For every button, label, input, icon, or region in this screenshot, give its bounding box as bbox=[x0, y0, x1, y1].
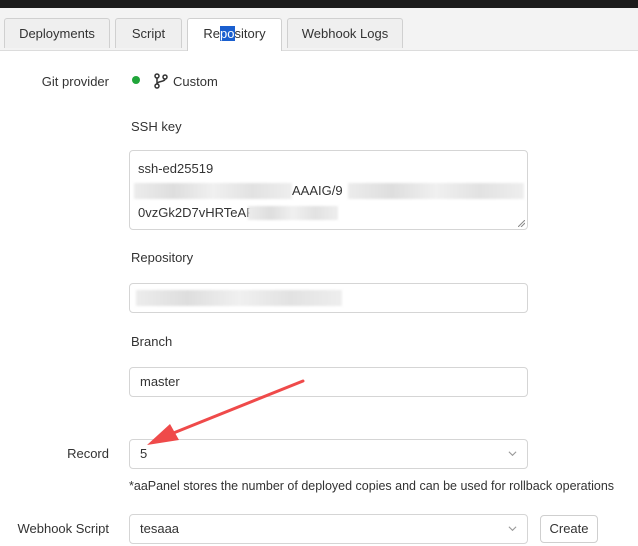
branch-label: Branch bbox=[131, 334, 173, 349]
ssh-key-line: ssh-ed25519 bbox=[138, 161, 214, 176]
repository-input[interactable] bbox=[129, 283, 528, 313]
redacted-region bbox=[348, 183, 524, 199]
redacted-region bbox=[136, 290, 342, 306]
window-top-bar bbox=[0, 0, 638, 8]
create-button[interactable]: Create bbox=[540, 515, 598, 543]
selected-text: po bbox=[220, 26, 235, 41]
record-value: 5 bbox=[140, 446, 148, 461]
tab-bar: Deployments Script Repository Webhook Lo… bbox=[0, 8, 638, 51]
tab-deployments[interactable]: Deployments bbox=[4, 18, 110, 48]
branch-input[interactable]: master bbox=[129, 367, 528, 397]
provider-value: Custom bbox=[173, 74, 218, 89]
redacted-region bbox=[134, 183, 292, 199]
webhook-script-value: tesaaa bbox=[140, 521, 180, 536]
chevron-down-icon bbox=[508, 451, 517, 457]
tab-label: Deployments bbox=[19, 26, 95, 41]
webhook-script-label: Webhook Script bbox=[17, 521, 109, 536]
repository-label: Repository bbox=[131, 250, 194, 265]
ssh-key-fragment: AAAIG/9 bbox=[292, 183, 343, 198]
ssh-key-textarea[interactable]: ssh-ed25519 AAAIG/9 0vzGk2D7vHRTeAF bbox=[129, 150, 528, 230]
ssh-key-fragment: 0vzGk2D7vHRTeAF bbox=[138, 205, 255, 220]
ssh-key-label: SSH key bbox=[131, 119, 182, 134]
tab-label-part: sitory bbox=[234, 26, 266, 41]
branch-value: master bbox=[140, 374, 180, 389]
tab-script[interactable]: Script bbox=[115, 18, 182, 48]
redacted-region bbox=[248, 206, 338, 220]
resize-handle-icon[interactable] bbox=[518, 220, 525, 227]
tab-repository[interactable]: Repository bbox=[187, 18, 282, 51]
webhook-script-select[interactable]: tesaaa bbox=[129, 514, 528, 544]
record-select[interactable]: 5 bbox=[129, 439, 528, 469]
provider-radio[interactable] bbox=[132, 76, 140, 84]
git-provider-label: Git provider bbox=[41, 74, 109, 89]
record-note: *aaPanel stores the number of deployed c… bbox=[129, 479, 615, 493]
chevron-down-icon bbox=[508, 526, 517, 532]
tab-label: Webhook Logs bbox=[301, 26, 389, 41]
tab-label: Script bbox=[131, 26, 166, 41]
tab-label-part: Re bbox=[203, 26, 221, 41]
git-branch-icon bbox=[154, 73, 168, 89]
record-label: Record bbox=[67, 446, 109, 461]
tab-webhook-logs[interactable]: Webhook Logs bbox=[287, 18, 403, 48]
